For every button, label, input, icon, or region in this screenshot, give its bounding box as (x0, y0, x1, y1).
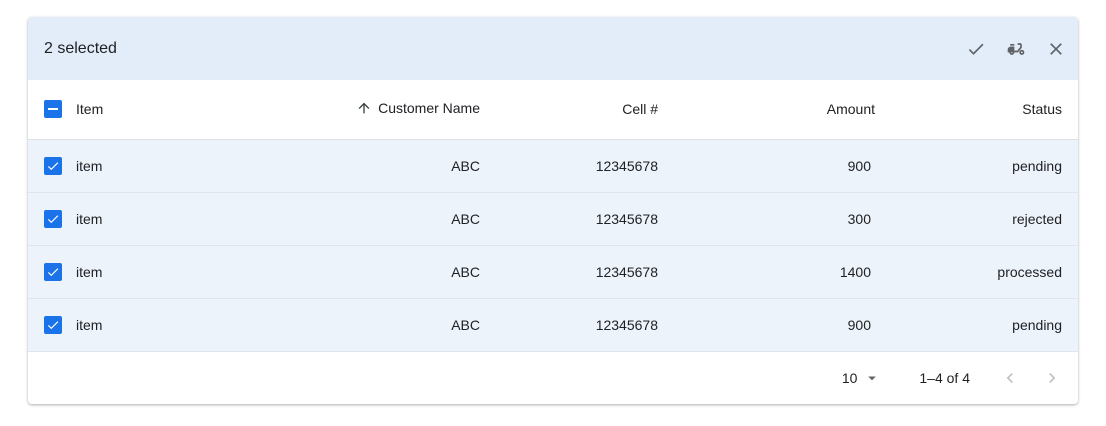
cell-status: pending (1012, 316, 1062, 333)
selection-toolbar: 2 selected (28, 17, 1078, 80)
cell-status: processed (997, 263, 1062, 280)
header-customer-name[interactable]: Customer Name (258, 80, 480, 139)
checkmark-icon (47, 267, 59, 276)
check-icon[interactable] (966, 39, 986, 59)
arrow-up-icon (358, 102, 370, 114)
row-checkbox[interactable] (44, 262, 62, 281)
cell-item: item (76, 210, 103, 227)
table-header-row: Item Customer Name Cell # Amount Status (28, 80, 1078, 139)
header-cell-label: Cell # (622, 101, 658, 118)
chevron-left-icon[interactable] (1000, 368, 1020, 388)
header-item-label: Item (76, 101, 104, 118)
indeterminate-icon (48, 108, 58, 111)
dropdown-arrow-icon (868, 376, 877, 380)
table-row[interactable]: item ABC 12345678 300 rejected (28, 192, 1078, 245)
cell-phone: 12345678 (595, 263, 658, 280)
pagination-range: 1–4 of 4 (919, 369, 970, 386)
close-icon[interactable] (1046, 39, 1066, 59)
cell-phone: 12345678 (595, 157, 658, 174)
cell-amount: 1400 (839, 263, 871, 280)
cell-customer: ABC (451, 157, 480, 174)
cell-item: item (76, 316, 103, 333)
cell-item: item (76, 157, 103, 174)
rows-per-page-value: 10 (841, 369, 858, 386)
chevron-right-icon[interactable] (1042, 368, 1062, 388)
cell-item: item (76, 263, 103, 280)
select-all-checkbox[interactable] (44, 100, 62, 119)
cell-phone: 12345678 (595, 210, 658, 227)
table-row[interactable]: item ABC 12345678 1400 processed (28, 245, 1078, 298)
cell-amount: 900 (847, 157, 871, 174)
cell-customer: ABC (451, 263, 480, 280)
moped-icon[interactable] (1006, 39, 1026, 59)
header-item: Item (28, 80, 258, 139)
data-table-card: 2 selected Item Customer Name Cell # Amo… (28, 17, 1078, 404)
cell-amount: 300 (847, 210, 871, 227)
header-status[interactable]: Status (875, 80, 1078, 139)
row-checkbox[interactable] (44, 315, 62, 334)
cell-status: rejected (1012, 210, 1062, 227)
header-customer-label: Customer Name (378, 99, 480, 116)
checkmark-icon (47, 161, 59, 170)
cell-amount: 900 (847, 316, 871, 333)
cell-status: pending (1012, 157, 1062, 174)
header-status-label: Status (1022, 101, 1062, 118)
cell-phone: 12345678 (595, 316, 658, 333)
table-row[interactable]: item ABC 12345678 900 pending (28, 139, 1078, 192)
pagination-footer: 10 1–4 of 4 (28, 352, 1078, 404)
cell-customer: ABC (451, 316, 480, 333)
row-checkbox[interactable] (44, 156, 62, 175)
header-amount[interactable]: Amount (658, 80, 875, 139)
checkmark-icon (47, 214, 59, 223)
data-table: Item Customer Name Cell # Amount Status (28, 80, 1078, 352)
selection-count: 2 selected (44, 39, 117, 57)
rows-per-page-select[interactable]: 10 (842, 369, 882, 387)
header-amount-label: Amount (826, 101, 875, 118)
cell-customer: ABC (451, 210, 480, 227)
toolbar-actions (966, 39, 1066, 59)
row-checkbox[interactable] (44, 209, 62, 228)
checkmark-icon (47, 320, 59, 329)
table-row[interactable]: item ABC 12345678 900 pending (28, 298, 1078, 351)
pagination-controls (1000, 368, 1062, 388)
header-cell[interactable]: Cell # (480, 80, 658, 139)
